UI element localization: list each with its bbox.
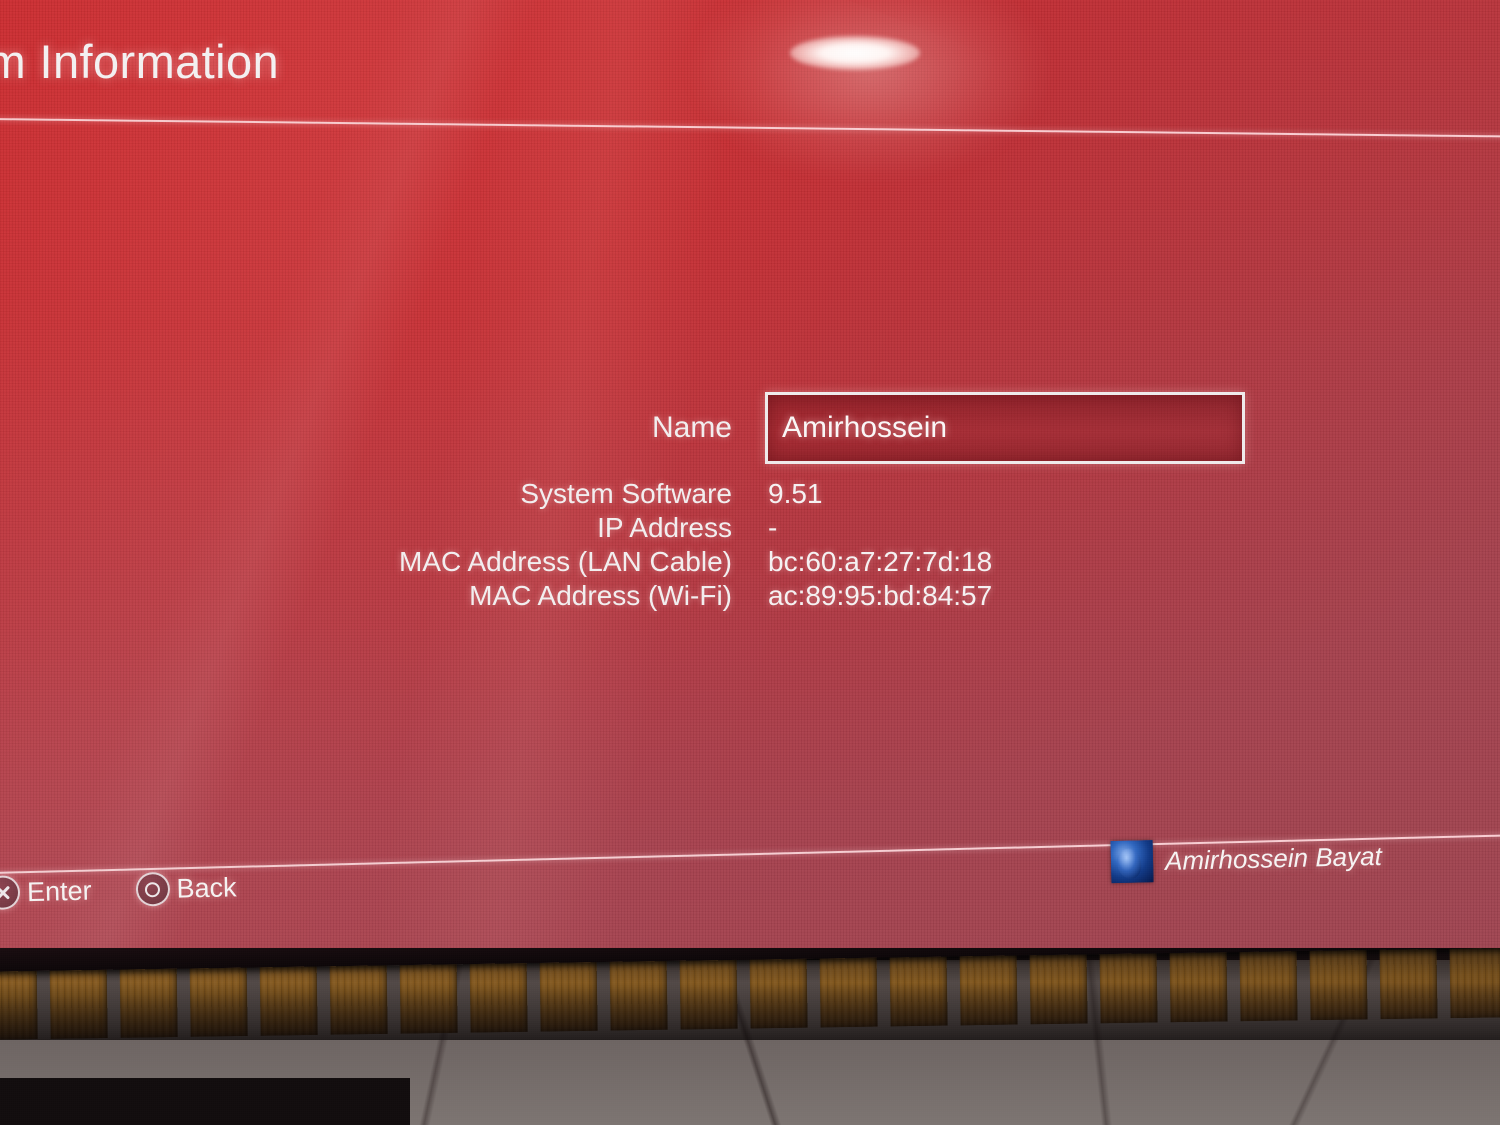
console-name-value: Amirhossein xyxy=(782,411,948,444)
user-avatar-icon xyxy=(1110,840,1154,884)
info-value-ip-address: - xyxy=(768,512,778,543)
hint-back-label: Back xyxy=(176,871,237,904)
dark-object-on-floor xyxy=(0,1078,410,1125)
info-label-mac-wifi: MAC Address (Wi-Fi) xyxy=(469,580,732,611)
playstation-circle-button-icon xyxy=(135,871,170,907)
info-label-mac-lan: MAC Address (LAN Cable) xyxy=(398,546,732,577)
info-row-name: Name Amirhossein xyxy=(0,392,1500,464)
hint-enter[interactable]: Enter xyxy=(0,874,92,910)
tv-screen: em Information Name Amirhossein System S… xyxy=(0,0,1500,948)
info-row-mac-lan: MAC Address (LAN Cable) bc:60:a7:27:7d:1… xyxy=(0,546,1500,578)
info-value-mac-lan: bc:60:a7:27:7d:18 xyxy=(768,546,993,577)
info-row-system-software: System Software 9.51 xyxy=(0,478,1500,510)
footer-button-hints: Enter Back xyxy=(0,870,237,910)
user-name-label: Amirhossein Bayat xyxy=(1164,840,1383,876)
hint-back[interactable]: Back xyxy=(135,870,237,907)
info-value-system-software: 9.51 xyxy=(768,478,823,509)
info-label-ip-address: IP Address xyxy=(597,512,732,543)
playstation-cross-button-icon xyxy=(0,875,21,910)
photograph-of-tv-screen: LG em Information Name Amirhossein Syste… xyxy=(0,0,1500,1125)
info-row-mac-wifi: MAC Address (Wi-Fi) ac:89:95:bd:84:57 xyxy=(0,580,1500,612)
system-information-list: Name Amirhossein System Software 9.51 IP… xyxy=(0,392,1500,614)
info-value-mac-wifi: ac:89:95:bd:84:57 xyxy=(768,580,993,611)
info-label-system-software: System Software xyxy=(520,478,732,509)
ceiling-lamp-glare xyxy=(790,36,920,70)
signed-in-user-chip[interactable]: Amirhossein Bayat xyxy=(1110,835,1383,884)
info-row-ip-address: IP Address - xyxy=(0,512,1500,544)
console-name-input[interactable]: Amirhossein xyxy=(765,392,1245,464)
hint-enter-label: Enter xyxy=(26,875,92,907)
page-title: em Information xyxy=(0,35,280,88)
info-label-name: Name xyxy=(651,411,732,444)
